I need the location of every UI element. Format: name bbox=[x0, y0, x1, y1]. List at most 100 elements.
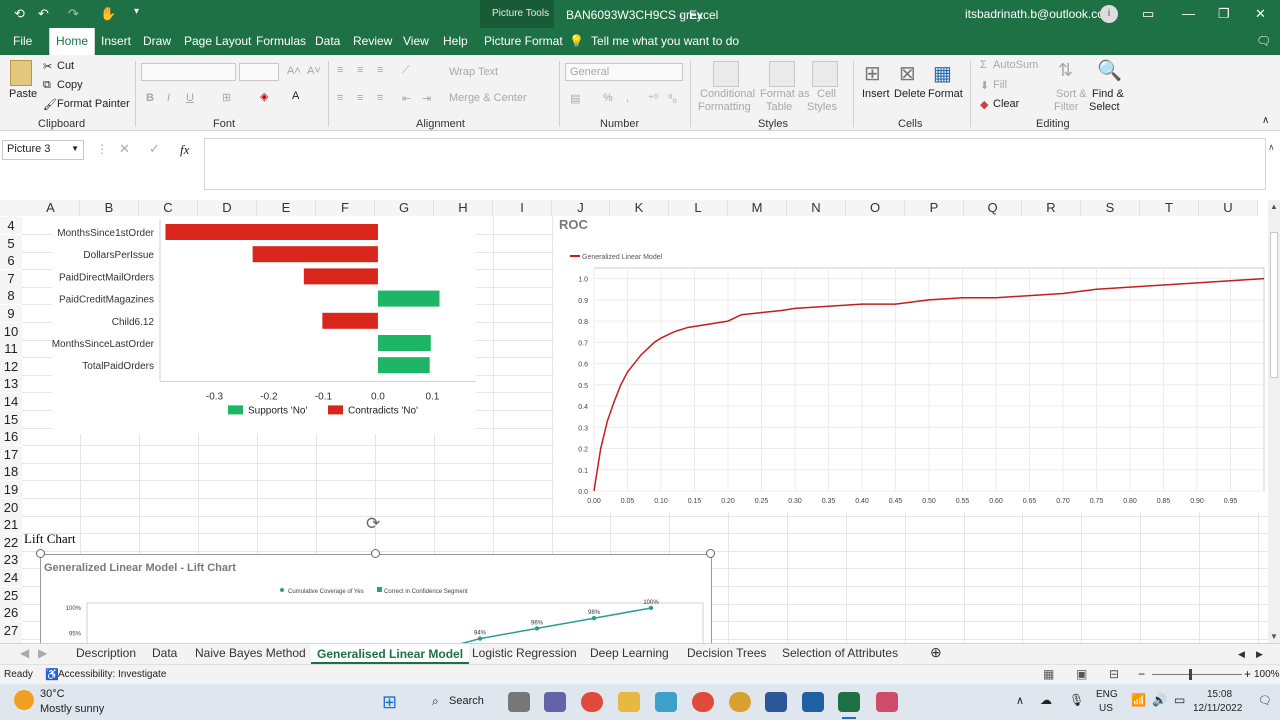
column-header[interactable]: T bbox=[1140, 200, 1199, 216]
row-header[interactable]: 7 bbox=[0, 269, 22, 287]
autosum-icon[interactable]: Σ bbox=[980, 59, 987, 71]
font-size-box[interactable] bbox=[239, 63, 279, 81]
lift-chart[interactable]: Generalized Linear Model - Lift Chart Cum… bbox=[40, 554, 712, 644]
wrap-text-button[interactable]: Wrap Text bbox=[449, 66, 498, 78]
column-header[interactable]: S bbox=[1081, 200, 1140, 216]
conditional-formatting-button[interactable]: Conditional bbox=[700, 88, 755, 100]
clock-time[interactable]: 15:08 bbox=[1207, 689, 1232, 700]
fill-button[interactable]: Fill bbox=[993, 79, 1007, 91]
sheet-tab-data[interactable]: Data bbox=[152, 646, 177, 660]
battery-icon[interactable]: ▭ bbox=[1174, 693, 1185, 707]
tab-draw[interactable]: Draw bbox=[143, 34, 171, 48]
row-header[interactable]: 11 bbox=[0, 340, 22, 358]
decrease-font-icon[interactable]: A˅ bbox=[307, 65, 321, 77]
edge-icon[interactable] bbox=[655, 692, 677, 712]
scroll-down-icon[interactable]: ▼ bbox=[1270, 632, 1278, 641]
format-painter-button[interactable]: Format Painter bbox=[57, 98, 130, 110]
align-middle-icon[interactable]: ≡ bbox=[357, 64, 363, 76]
format-cells-button[interactable]: Format bbox=[928, 88, 963, 100]
conditional-formatting-button-line2[interactable]: Formatting bbox=[698, 101, 751, 113]
worksheet-grid[interactable]: ABCDEFGHIJKLMNOPQRSTU 4 5 6 7 8 9 10 11 12 13 14 15… bbox=[0, 200, 1280, 644]
merge-center-button[interactable]: Merge & Center bbox=[449, 92, 527, 104]
column-header[interactable]: O bbox=[846, 200, 905, 216]
chrome-alt-icon[interactable] bbox=[729, 692, 751, 712]
name-box-dropdown-icon[interactable]: ▼ bbox=[71, 144, 79, 153]
sheet-tab-deep-learning[interactable]: Deep Learning bbox=[590, 646, 669, 660]
undo-icon[interactable]: ↶ bbox=[38, 6, 49, 22]
align-center-icon[interactable]: ≡ bbox=[357, 92, 363, 104]
confirm-entry-icon[interactable]: ✓ bbox=[149, 141, 160, 157]
select-all-corner[interactable] bbox=[0, 200, 22, 216]
column-header[interactable]: R bbox=[1022, 200, 1081, 216]
vertical-scrollbar[interactable]: ▲ ▼ bbox=[1268, 200, 1280, 644]
comments-icon[interactable]: 🗨 bbox=[1256, 34, 1271, 48]
cut-icon[interactable]: ✂ bbox=[43, 60, 52, 73]
account-email[interactable]: itsbadrinath.b@outlook.com bbox=[965, 7, 1114, 21]
paste-button[interactable]: Paste bbox=[9, 88, 37, 100]
align-left-icon[interactable]: ≡ bbox=[337, 92, 343, 104]
row-header[interactable]: 27 bbox=[0, 621, 22, 639]
sheet-tab-glm[interactable]: Generalised Linear Model bbox=[311, 644, 470, 664]
find-select-button[interactable]: Find & bbox=[1092, 88, 1124, 100]
file-explorer-icon[interactable] bbox=[618, 692, 640, 712]
weather-icon[interactable] bbox=[14, 690, 34, 710]
task-view-icon[interactable] bbox=[508, 692, 530, 712]
fill-icon[interactable]: ⬇ bbox=[980, 79, 989, 92]
copy-icon[interactable]: ⧉ bbox=[43, 79, 51, 92]
italic-button[interactable]: I bbox=[167, 92, 170, 104]
decrease-decimal-icon[interactable]: ⁰₀ bbox=[668, 92, 677, 105]
ribbon-display-icon[interactable]: ▭ bbox=[1142, 6, 1154, 22]
sort-filter-icon[interactable]: ⇅ bbox=[1058, 60, 1073, 81]
row-header[interactable]: 20 bbox=[0, 498, 22, 516]
row-header[interactable]: 22 bbox=[0, 533, 22, 551]
resize-handle[interactable] bbox=[371, 549, 380, 558]
increase-decimal-icon[interactable]: ⁺⁰ bbox=[648, 92, 658, 105]
percent-button[interactable]: % bbox=[603, 92, 613, 104]
sheet-tab-description[interactable]: Description bbox=[76, 646, 136, 660]
clock-date[interactable]: 12/11/2022 bbox=[1193, 703, 1242, 714]
row-header[interactable]: 10 bbox=[0, 322, 22, 340]
orientation-icon[interactable]: ⟋ bbox=[402, 64, 410, 77]
app-icon[interactable] bbox=[802, 692, 824, 712]
column-header[interactable]: L bbox=[669, 200, 728, 216]
column-header[interactable]: U bbox=[1199, 200, 1258, 216]
row-header[interactable]: 17 bbox=[0, 445, 22, 463]
row-header[interactable]: 24 bbox=[0, 569, 22, 586]
close-icon[interactable]: ✕ bbox=[1255, 6, 1266, 22]
fill-color-icon[interactable]: ◈ bbox=[260, 90, 268, 103]
minimize-icon[interactable]: — bbox=[1182, 6, 1195, 21]
expand-formula-icon[interactable]: ∧ bbox=[1268, 142, 1275, 153]
sheet-tab-naive-bayes[interactable]: Naive Bayes Method bbox=[195, 646, 306, 660]
customize-qat-icon[interactable]: ▾ bbox=[134, 6, 139, 17]
tab-view[interactable]: View bbox=[403, 34, 429, 48]
font-color-icon[interactable]: A bbox=[292, 90, 299, 102]
tab-insert[interactable]: Insert bbox=[101, 34, 131, 48]
find-select-button-line2[interactable]: Select bbox=[1089, 101, 1120, 113]
format-painter-icon[interactable]: 🖌 bbox=[43, 98, 57, 111]
hscroll-right-icon[interactable]: ▶ bbox=[1256, 649, 1263, 660]
tell-me-search[interactable]: Tell me what you want to do bbox=[591, 34, 739, 48]
chat-icon[interactable] bbox=[544, 692, 566, 712]
column-header[interactable]: H bbox=[434, 200, 493, 216]
volume-icon[interactable]: 🔊 bbox=[1152, 693, 1167, 707]
column-header[interactable]: N bbox=[787, 200, 846, 216]
column-header[interactable]: K bbox=[610, 200, 669, 216]
delete-cells-button[interactable]: Delete bbox=[894, 88, 926, 100]
column-header[interactable]: P bbox=[905, 200, 964, 216]
find-select-icon[interactable]: 🔍 bbox=[1097, 58, 1122, 83]
scroll-up-icon[interactable]: ▲ bbox=[1270, 202, 1278, 211]
row-header[interactable]: 5 bbox=[0, 234, 22, 252]
paste-icon[interactable] bbox=[10, 60, 32, 86]
tray-overflow-icon[interactable]: ∧ bbox=[1016, 694, 1024, 707]
avatar[interactable]: i bbox=[1100, 5, 1118, 23]
comma-button[interactable]: , bbox=[626, 92, 629, 104]
name-box[interactable]: Picture 3 ▼ bbox=[2, 140, 84, 160]
row-header[interactable]: 13 bbox=[0, 375, 22, 393]
column-header[interactable]: G bbox=[375, 200, 434, 216]
row-header[interactable]: 26 bbox=[0, 604, 22, 622]
bold-button[interactable]: B bbox=[146, 92, 154, 104]
tab-formulas[interactable]: Formulas bbox=[256, 34, 306, 48]
maximize-icon[interactable]: ❐ bbox=[1218, 6, 1230, 22]
clear-button[interactable]: Clear bbox=[993, 98, 1019, 110]
borders-icon[interactable]: ⊞ bbox=[222, 91, 231, 104]
